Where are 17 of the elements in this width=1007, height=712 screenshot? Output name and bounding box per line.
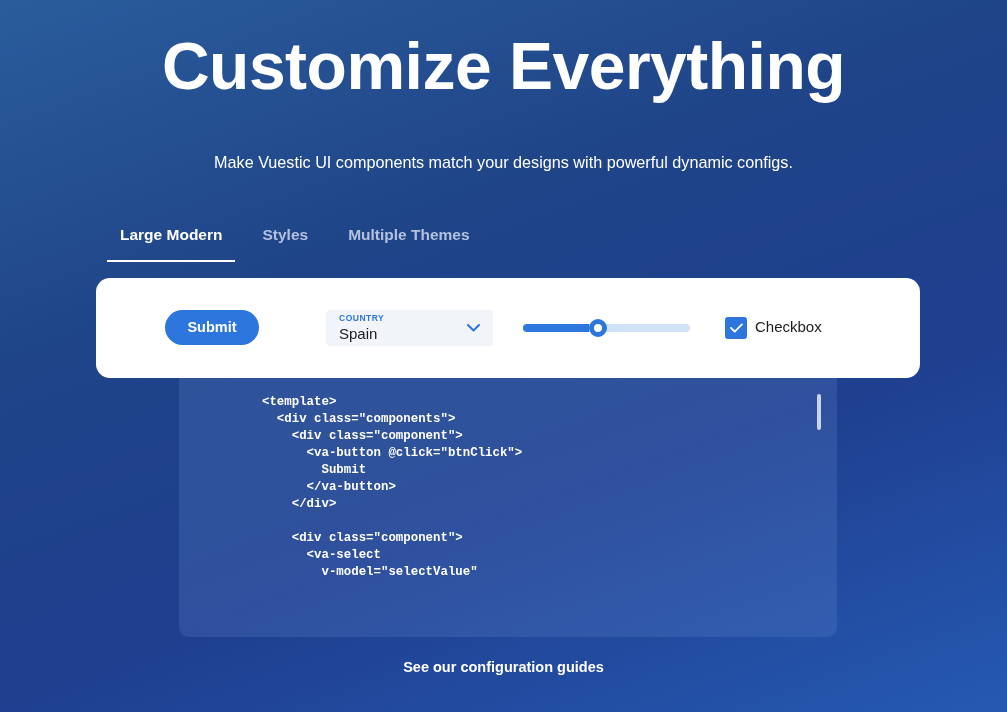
chevron-down-icon: [467, 323, 480, 332]
subtitle-text: Make Vuestic UI components match your designs with powerful dynamic configs.: [214, 152, 793, 174]
country-select[interactable]: COUNTRY Spain: [326, 309, 493, 346]
scrollbar-thumb[interactable]: [817, 393, 821, 430]
configuration-guides-link[interactable]: See our configuration guides: [403, 656, 604, 679]
page-heading: Customize Everything: [161, 28, 846, 105]
check-icon: [729, 322, 743, 333]
submit-button[interactable]: Submit: [165, 310, 259, 346]
checkbox[interactable]: [725, 316, 747, 339]
tab[interactable]: Multiple Themes: [335, 212, 483, 262]
code-text: <template> <div class="components"> <div class="component"> <va-button @click="btnClick"> Submit </va-button> </div> <div class="component"> <va-select v-model="selectValue": [262, 393, 523, 581]
slider-thumb[interactable]: [589, 318, 608, 337]
tab[interactable]: Large Modern: [107, 212, 236, 262]
select-value: Spain: [339, 326, 378, 341]
select-label: COUNTRY: [339, 314, 385, 323]
tab[interactable]: Styles: [249, 212, 322, 262]
checkbox-label: Checkbox: [755, 317, 822, 338]
